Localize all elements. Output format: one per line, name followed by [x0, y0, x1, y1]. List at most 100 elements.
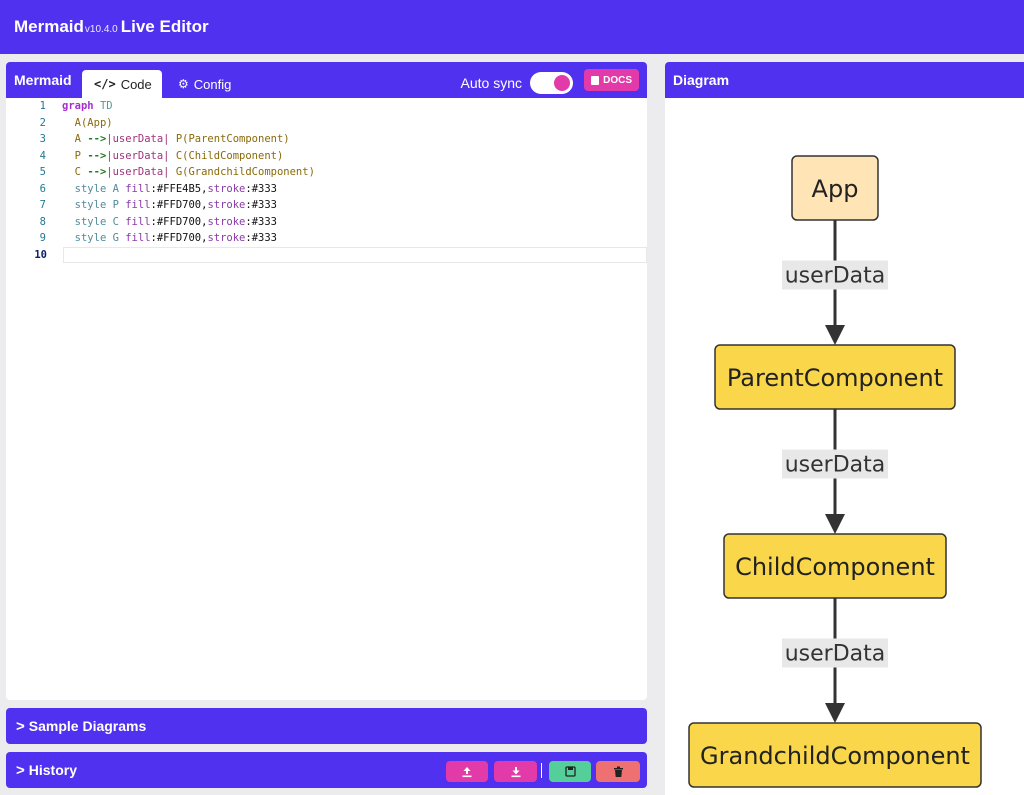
code-token: style G — [74, 232, 126, 245]
node-label: App — [812, 175, 859, 203]
code-token: fill — [125, 232, 151, 245]
arrow-head — [825, 514, 845, 534]
line-text: style A fill:#FFE4B5,stroke:#333 — [62, 183, 277, 195]
tab-config[interactable]: ⚙ Config — [166, 70, 254, 98]
code-line[interactable]: 10 — [34, 246, 647, 263]
node-label: GrandchildComponent — [700, 742, 970, 770]
title-suffix: Live Editor — [120, 17, 209, 36]
line-number: 1 — [39, 100, 46, 113]
line-text: style G fill:#FFD700,stroke:#333 — [62, 232, 277, 244]
divider — [541, 763, 542, 778]
code-line[interactable]: 7 style P fill:#FFD700,stroke:#333 — [6, 197, 647, 214]
code-token: stroke — [207, 182, 246, 195]
line-number: 2 — [39, 116, 46, 129]
code-icon: </> — [94, 77, 116, 91]
tab-config-label: Config — [193, 76, 232, 92]
autosync-toggle[interactable] — [530, 72, 573, 94]
code-token: graph — [62, 100, 94, 113]
code-line[interactable]: 4 P -->|userData| C(ChildComponent) — [6, 148, 647, 165]
code-line[interactable]: 6 style A fill:#FFE4B5,stroke:#333 — [6, 181, 647, 198]
autosync-label: Auto sync — [460, 75, 522, 91]
line-text: A -->|userData| P(ParentComponent) — [62, 133, 290, 145]
code-token: G(GrandchildComponent) — [175, 166, 315, 179]
delete-button[interactable] — [596, 761, 640, 782]
line-number: 7 — [39, 199, 46, 212]
book-icon — [591, 75, 600, 85]
save-button[interactable] — [549, 761, 591, 782]
code-token: :#FFD700, — [150, 215, 208, 228]
docs-label: DOCS — [603, 74, 632, 86]
line-text: C -->|userData| G(GrandchildComponent) — [62, 166, 315, 178]
upload-button[interactable] — [446, 761, 488, 782]
code-token: :#333 — [245, 182, 277, 195]
editor-panel-header: Mermaid </> Code ⚙ Config Auto sync DOCS — [6, 62, 647, 98]
code-line[interactable]: 5 C -->|userData| G(GrandchildComponent) — [6, 164, 647, 181]
sample-diagrams-label: Sample Diagrams — [28, 718, 147, 734]
code-token: :#FFD700, — [150, 232, 208, 245]
code-token: style A — [74, 182, 126, 195]
line-number: 4 — [39, 149, 46, 162]
diagram-panel-header: Diagram — [665, 62, 1024, 98]
chevron-right-icon: > — [16, 761, 25, 779]
app-title: Mermaid v10.4.0 Live Editor — [14, 17, 209, 37]
code-line[interactable]: 9 style G fill:#FFD700,stroke:#333 — [6, 230, 647, 247]
code-token: |userData| — [106, 133, 170, 146]
code-token: --> — [87, 166, 107, 179]
code-token: style P — [74, 199, 126, 212]
edge-label: userData — [785, 264, 886, 289]
brand-name: Mermaid — [14, 17, 84, 36]
code-line[interactable]: 3 A -->|userData| P(ParentComponent) — [6, 131, 647, 148]
code-token: stroke — [207, 215, 246, 228]
code-token: P — [74, 149, 88, 162]
code-token: --> — [87, 149, 107, 162]
line-text: graph TD — [62, 100, 113, 112]
diagram-panel-title: Diagram — [673, 72, 730, 88]
toggle-knob — [554, 75, 570, 91]
code-line[interactable]: 1 graph TD — [6, 98, 647, 115]
code-token: |userData| — [106, 166, 170, 179]
flowchart[interactable]: userData userData userData App ParentCompone… — [665, 98, 1024, 795]
gears-icon: ⚙ — [178, 77, 189, 91]
tab-code-label: Code — [120, 76, 152, 92]
code-token: C(ChildComponent) — [175, 149, 284, 162]
code-token: style C — [74, 215, 126, 228]
code-token: :#333 — [245, 215, 277, 228]
code-token: stroke — [207, 199, 246, 212]
code-token: fill — [125, 199, 151, 212]
line-number: 3 — [39, 133, 46, 146]
code-line[interactable]: 2 A(App) — [6, 115, 647, 132]
download-button[interactable] — [494, 761, 537, 782]
upload-icon — [462, 766, 472, 777]
download-icon — [511, 766, 520, 777]
code-token: fill — [125, 215, 151, 228]
edge-label: userData — [785, 642, 886, 667]
code-token: :#FFE4B5, — [150, 182, 208, 195]
code-token: --> — [87, 133, 107, 146]
tab-code[interactable]: </> Code — [82, 70, 162, 98]
history-accordion[interactable]: > History — [6, 752, 647, 788]
line-number: 9 — [39, 232, 46, 245]
diagram-panel: Diagram userData userData userData App Paren… — [665, 62, 1024, 795]
node-label: ParentComponent — [727, 364, 943, 392]
node-label: ChildComponent — [735, 553, 935, 581]
code-editor[interactable]: 1 graph TD 2 A(App) 3 A -->|userData| P(Par… — [6, 98, 647, 263]
line-text: style C fill:#FFD700,stroke:#333 — [62, 216, 277, 228]
save-icon — [564, 766, 576, 777]
code-line[interactable]: 8 style C fill:#FFD700,stroke:#333 — [6, 214, 647, 231]
line-number: 8 — [39, 215, 46, 228]
autosync-control: Auto sync — [461, 72, 573, 94]
docs-button[interactable]: DOCS — [584, 69, 639, 91]
sample-diagrams-accordion[interactable]: > Sample Diagrams — [6, 708, 647, 744]
top-bar: Mermaid v10.4.0 Live Editor — [0, 0, 1024, 54]
version-label: v10.4.0 — [84, 24, 118, 35]
editor-panel: Mermaid </> Code ⚙ Config Auto sync DOCS… — [6, 62, 647, 700]
line-number: 5 — [39, 166, 46, 179]
code-token: C — [74, 166, 88, 179]
